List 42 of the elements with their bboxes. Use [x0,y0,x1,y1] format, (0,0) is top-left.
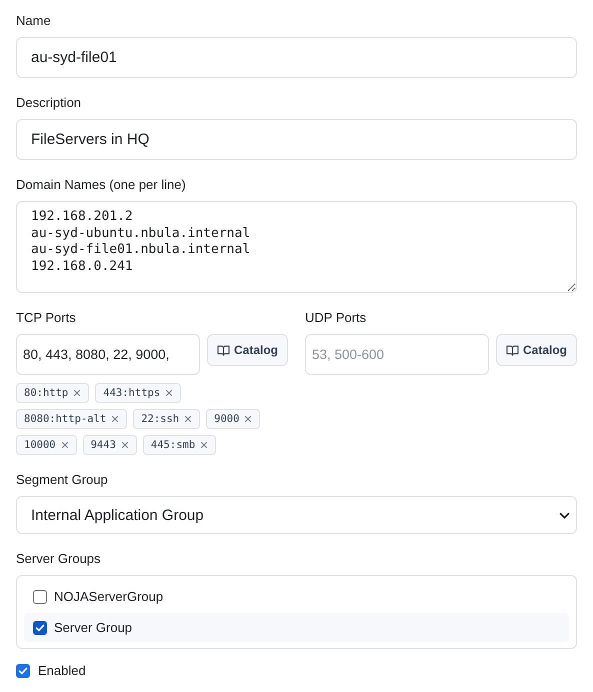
option-label: Server Group [54,620,132,635]
option-label: NOJAServerGroup [54,589,164,604]
chevron-icon [559,512,570,518]
name-field[interactable]: au-syd-file01 [16,37,577,78]
segment-group-select[interactable]: Internal Application Group [16,496,577,534]
remove-icon[interactable] [60,441,69,449]
remove-icon[interactable] [120,441,129,449]
udp-ports-field[interactable]: 53, 500-600 [305,334,489,375]
field-label: Segment Group [16,472,109,487]
checkbox-label: Enabled [38,663,86,678]
field-label: TCP Ports [16,310,77,325]
field-label: Description [16,95,82,110]
field-label: Server Groups [16,551,102,566]
remove-icon[interactable] [165,389,174,397]
book-icon [506,344,519,356]
port-chip: 10000 [16,435,77,455]
tcp-ports-field[interactable]: 80, 443, 8080, 22, 9000, [16,334,200,375]
book-icon [216,344,230,356]
port-chip: 445:smb [142,435,216,455]
port-chip: 80:http [16,383,90,403]
remove-icon[interactable] [244,415,252,423]
field-label: Name [16,13,52,28]
checkbox[interactable] [33,590,47,604]
port-chip: 9443 [82,435,137,455]
remove-icon[interactable] [200,441,208,449]
port-chip: 8080:http-alt [16,409,128,429]
catalog-button[interactable]: Catalog [496,334,577,366]
remove-icon[interactable] [184,415,192,423]
domain-names-field[interactable]: 192.168.201.2 au-syd-ubuntu.nbula.internal au-syd-file01.nbula.internal 192.168.0.241 [16,201,577,293]
description-field[interactable]: FileServers in HQ [16,119,577,160]
port-chip: 9000 [206,409,260,429]
port-chip: 22:ssh [133,409,200,429]
field-label: Domain Names (one per line) [16,177,187,192]
server-group-option[interactable]: Server Group [24,613,569,642]
server-group-option[interactable]: NOJAServerGroup [24,582,569,611]
port-chip: 443:https [95,383,182,403]
checkbox[interactable] [16,664,30,678]
checkbox[interactable] [33,620,47,634]
remove-icon[interactable] [111,415,120,423]
remove-icon[interactable] [73,389,82,397]
catalog-button[interactable]: Catalog [206,334,288,366]
field-label: UDP Ports [305,310,368,325]
